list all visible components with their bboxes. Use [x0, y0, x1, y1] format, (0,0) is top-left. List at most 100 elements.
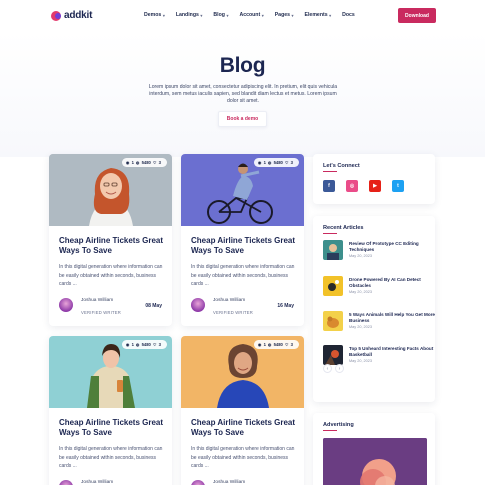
- previous-icon[interactable]: ‹: [323, 364, 332, 373]
- post-stats: ◉ 1 ◍ 5480 ♡ 3: [253, 158, 299, 167]
- menu-item-docs[interactable]: Docs: [342, 12, 355, 18]
- post-title[interactable]: Cheap Airline Tickets Great Ways To Save: [191, 418, 296, 437]
- menu-item-blog[interactable]: Blog ▾: [213, 12, 228, 18]
- menu-item-demos[interactable]: Demos ▾: [144, 12, 165, 18]
- comments-icon: ◉: [125, 160, 130, 165]
- connect-widget: Let's Connect f ◎ ▶ t: [313, 154, 435, 204]
- advertising-widget: Advertising: [313, 413, 435, 485]
- article-title: Top 5 Unheard Interesting Facts About Ba…: [349, 346, 434, 357]
- widget-title: Let's Connect: [323, 163, 360, 169]
- post-image[interactable]: ◉ 1 ◍ 5480 ♡ 3: [49, 336, 172, 408]
- stat-value: 5480: [141, 342, 151, 347]
- article-thumbnail: [323, 345, 343, 365]
- widget-title: Recent Articles: [323, 225, 364, 231]
- chevron-down-icon: ▾: [291, 12, 294, 18]
- stat-value: 1: [131, 160, 134, 165]
- book-demo-button[interactable]: Book a demo: [218, 111, 267, 127]
- stat-value: 5480: [141, 160, 151, 165]
- menu-label: Landings: [175, 12, 199, 18]
- comments-icon: ◉: [257, 160, 262, 165]
- logo[interactable]: addkit: [51, 10, 92, 21]
- chevron-down-icon: ▾: [200, 12, 203, 18]
- stat-value: 3: [158, 342, 161, 347]
- main-menu: Demos ▾ Landings ▾ Blog ▾ Account ▾ Pages ▾ E…: [144, 12, 366, 18]
- menu-label: Demos: [144, 12, 162, 18]
- post-title[interactable]: Cheap Airline Tickets Great Ways To Save: [59, 418, 164, 437]
- list-item[interactable]: Top 5 Unheard Interesting Facts About Ba…: [323, 345, 433, 365]
- post-image[interactable]: ◉ 1 ◍ 5480 ♡ 3: [181, 336, 304, 408]
- menu-label: Account: [239, 12, 261, 18]
- post-image[interactable]: ◉ 1 ◍ 5480 ♡ 3: [181, 154, 304, 226]
- article-title: Drone Powered By AI Can Detect Obstacles: [349, 277, 421, 288]
- youtube-icon[interactable]: ▶: [369, 180, 381, 192]
- blog-card[interactable]: ◉ 1 ◍ 5480 ♡ 3 Cheap Airline Tickets Great …: [181, 154, 304, 326]
- blog-card[interactable]: ◉ 1 ◍ 5480 ♡ 3 Cheap Airline Tickets Great …: [49, 336, 172, 485]
- article-date: May 20, 2023: [349, 290, 373, 294]
- top-navbar: addkit Demos ▾ Landings ▾ Blog ▾ Account ▾ P…: [0, 0, 485, 32]
- post-date: 08 May: [145, 303, 162, 309]
- views-icon: ◍: [267, 160, 272, 165]
- list-item[interactable]: 5 Ways Animals Will Help You Get More Bu…: [323, 311, 435, 331]
- views-icon: ◍: [267, 342, 272, 347]
- avatar: [191, 298, 205, 312]
- avatar: [191, 480, 205, 485]
- logo-text: addkit: [64, 10, 93, 21]
- article-date: May 20, 2023: [349, 325, 373, 329]
- author-name[interactable]: Joshua William: [81, 298, 113, 303]
- post-title[interactable]: Cheap Airline Tickets Great Ways To Save: [59, 236, 164, 255]
- post-excerpt: In this digital generation where informa…: [59, 446, 163, 469]
- widget-title: Advertising: [323, 422, 354, 428]
- dribbble-icon[interactable]: ◎: [346, 180, 358, 192]
- chevron-down-icon: ▾: [329, 12, 332, 18]
- advertising-banner[interactable]: [323, 438, 427, 485]
- post-stats: ◉ 1 ◍ 5480 ♡ 3: [121, 158, 167, 167]
- likes-icon: ♡: [152, 160, 157, 165]
- post-image[interactable]: ◉ 1 ◍ 5480 ♡ 3: [49, 154, 172, 226]
- chevron-down-icon: ▾: [261, 12, 264, 18]
- stat-value: 3: [290, 160, 293, 165]
- article-date: May 20, 2023: [349, 359, 373, 363]
- post-excerpt: In this digital generation where informa…: [191, 264, 295, 287]
- hero-description: Lorem ipsum dolor sit amet, consectetur …: [148, 84, 338, 104]
- title-underline: [323, 233, 337, 234]
- list-item[interactable]: Review Of Prototype CC Editing Technique…: [323, 240, 429, 260]
- menu-item-elements[interactable]: Elements ▾: [305, 12, 332, 18]
- next-icon[interactable]: ›: [335, 364, 344, 373]
- article-thumbnail: [323, 311, 343, 331]
- menu-item-landings[interactable]: Landings ▾: [176, 12, 203, 18]
- post-title[interactable]: Cheap Airline Tickets Great Ways To Save: [191, 236, 296, 255]
- blog-card[interactable]: ◉ 1 ◍ 5480 ♡ 3 Cheap Airline Tickets Great …: [49, 154, 172, 326]
- stat-value: 5480: [273, 342, 283, 347]
- post-excerpt: In this digital generation where informa…: [59, 264, 163, 287]
- stat-value: 1: [263, 160, 266, 165]
- stat-value: 3: [290, 342, 293, 347]
- title-underline: [323, 430, 337, 431]
- author-name[interactable]: Joshua William: [213, 480, 245, 485]
- menu-item-pages[interactable]: Pages ▾: [275, 12, 294, 18]
- post-excerpt: In this digital generation where informa…: [191, 446, 295, 469]
- title-underline: [323, 171, 337, 172]
- stat-value: 1: [131, 342, 134, 347]
- menu-label: Pages: [274, 12, 291, 18]
- menu-item-account[interactable]: Account ▾: [239, 12, 263, 18]
- blog-card[interactable]: ◉ 1 ◍ 5480 ♡ 3 Cheap Airline Tickets Great …: [181, 336, 304, 485]
- page-title: Blog: [219, 54, 266, 77]
- list-item[interactable]: Drone Powered By AI Can Detect Obstacles…: [323, 276, 429, 296]
- article-thumbnail: [323, 240, 343, 260]
- author-name[interactable]: Joshua William: [213, 298, 245, 303]
- stat-value: 3: [158, 160, 161, 165]
- facebook-icon[interactable]: f: [323, 180, 335, 192]
- post-stats: ◉ 1 ◍ 5480 ♡ 3: [253, 340, 299, 349]
- stat-value: 1: [263, 342, 266, 347]
- stat-value: 5480: [273, 160, 283, 165]
- article-title: 5 Ways Animals Will Help You Get More Bu…: [349, 312, 435, 323]
- article-thumbnail: [323, 276, 343, 296]
- author-role: VERIFIED WRITER: [81, 310, 121, 315]
- article-date: May 20, 2023: [349, 254, 373, 258]
- download-button[interactable]: Download: [398, 8, 436, 23]
- ad-graphic: [323, 438, 427, 485]
- recent-articles-widget: Recent Articles Review Of Prototype CC E…: [313, 216, 435, 402]
- likes-icon: ♡: [284, 342, 289, 347]
- twitter-icon[interactable]: t: [392, 180, 404, 192]
- author-name[interactable]: Joshua William: [81, 480, 113, 485]
